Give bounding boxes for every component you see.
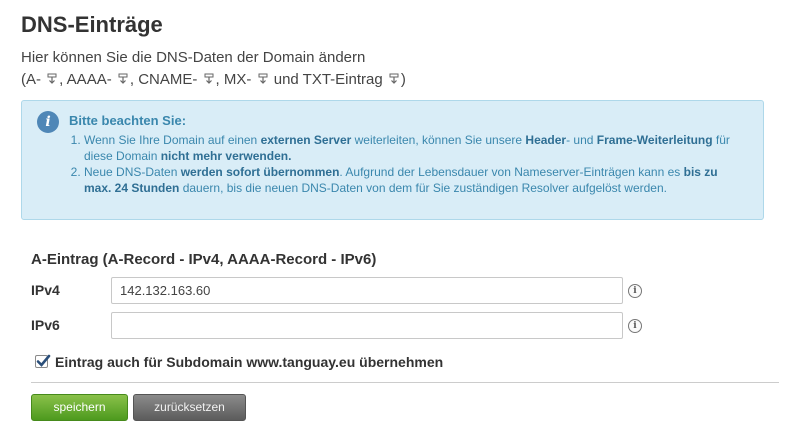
save-button[interactable]: speichern	[31, 394, 128, 421]
record-link-mx[interactable]: , MX-	[216, 71, 270, 88]
record-link-a[interactable]: (A-	[21, 71, 59, 88]
description-text: Hier können Sie die DNS-Daten der Domain…	[21, 49, 366, 66]
record-type-links: (A- , AAAA- , CNAME- , MX- und TXT-Eintr…	[21, 69, 761, 91]
record-link-cname[interactable]: , CNAME-	[130, 71, 216, 88]
notice-list: Wenn Sie Ihre Domain auf einen externen …	[68, 132, 734, 196]
form-divider	[31, 382, 779, 383]
notice-item-propagation: Neue DNS-Daten werden sofort übernommen.…	[84, 164, 734, 196]
page-title: DNS-Einträge	[21, 12, 163, 37]
notice-item-external-server: Wenn Sie Ihre Domain auf einen externen …	[84, 132, 734, 164]
record-link-txt[interactable]: und TXT-Eintrag	[274, 71, 401, 88]
notice-box: i Bitte beachten Sie: Wenn Sie Ihre Doma…	[21, 100, 764, 220]
download-arrow-icon	[203, 73, 215, 85]
ipv6-help-icon[interactable]: i	[628, 319, 642, 333]
download-arrow-icon	[388, 73, 400, 85]
a-record-section-title: A-Eintrag (A-Record - IPv4, AAAA-Record …	[31, 251, 377, 268]
ipv6-input[interactable]	[111, 312, 623, 339]
notice-title: Bitte beachten Sie:	[69, 113, 187, 128]
ipv6-label: IPv6	[31, 317, 60, 333]
ipv4-help-icon[interactable]: i	[628, 284, 642, 298]
reset-button[interactable]: zurücksetzen	[133, 394, 246, 421]
subdomain-checkbox-label[interactable]: Eintrag auch für Subdomain www.tanguay.e…	[55, 354, 443, 370]
ipv4-label: IPv4	[31, 282, 60, 298]
record-link-aaaa[interactable]: , AAAA-	[59, 71, 130, 88]
download-arrow-icon	[117, 73, 129, 85]
info-icon: i	[37, 111, 59, 133]
download-arrow-icon	[257, 73, 269, 85]
page-description: Hier können Sie die DNS-Daten der Domain…	[21, 47, 761, 91]
ipv4-input[interactable]	[111, 277, 623, 304]
download-arrow-icon	[46, 73, 58, 85]
checkmark-icon	[36, 354, 51, 367]
subdomain-checkbox[interactable]	[35, 354, 51, 368]
closing-paren: )	[400, 71, 406, 88]
